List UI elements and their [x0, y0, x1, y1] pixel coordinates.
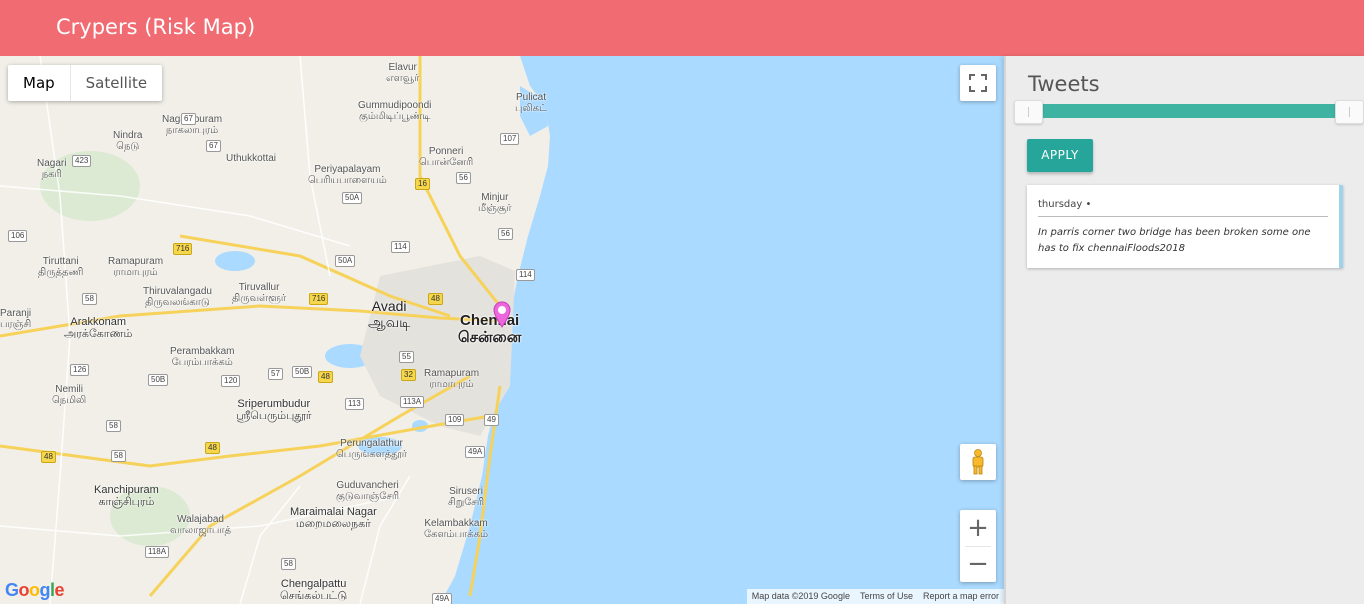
- place-label: Nagari நகரி: [37, 158, 67, 180]
- place-label: Gummudipoondi கும்மிடிப்பூண்டி: [358, 100, 432, 122]
- road-shield: 49: [484, 414, 499, 426]
- road-shield: 58: [106, 420, 121, 432]
- slider-track[interactable]: [1030, 104, 1348, 118]
- zoom-out-button[interactable]: −: [960, 546, 996, 582]
- pegman-icon: [972, 449, 984, 475]
- road-shield: 67: [206, 140, 221, 152]
- fullscreen-button[interactable]: [960, 65, 996, 101]
- road-shield: 55: [399, 351, 414, 363]
- map-type-map-button[interactable]: Map: [8, 65, 71, 101]
- road-shield: 32: [401, 369, 416, 381]
- map-attribution: Map data ©2019 Google Terms of Use Repor…: [746, 589, 1004, 604]
- place-label: Sriperumbudur ஸ்ரீபெரும்புதூர்: [236, 398, 312, 422]
- place-label: Guduvancheri குடுவாஞ்சேரி: [336, 480, 400, 502]
- location-marker[interactable]: [492, 301, 512, 334]
- map-type-satellite-button[interactable]: Satellite: [71, 65, 162, 101]
- slider-handle-high[interactable]: [1335, 100, 1364, 124]
- road-shield: 113A: [400, 396, 425, 408]
- road-shield: 16: [415, 178, 430, 190]
- place-label: Ramapuram ராமாபுரம்: [108, 256, 164, 278]
- map-type-control: Map Satellite: [8, 65, 163, 101]
- app-header: Crypers (Risk Map): [0, 0, 1364, 56]
- terms-of-use-link[interactable]: Terms of Use: [855, 589, 918, 604]
- tweet-card[interactable]: thursday • In parris corner two bridge h…: [1027, 185, 1343, 268]
- place-label: Walajabad வாலாஜாபாத்: [170, 514, 232, 536]
- place-label: Nemili நெமிலி: [52, 384, 87, 406]
- place-label: Kelambakkam கேளம்பாக்கம்: [424, 518, 489, 540]
- road-shield: 107: [500, 133, 520, 145]
- map-pin-icon: [493, 301, 511, 328]
- report-map-error-link[interactable]: Report a map error: [918, 589, 1004, 604]
- place-label: Perambakkam பேரம்பாக்கம்: [170, 346, 235, 368]
- google-logo[interactable]: Google: [5, 580, 65, 601]
- place-label: Thiruvalangadu திருவலங்காடு: [143, 286, 212, 308]
- place-label: Elavur எளவூர்: [386, 62, 420, 84]
- tweet-text: In parris corner two bridge has been bro…: [1038, 227, 1311, 254]
- place-label: Avadi ஆவடி: [368, 298, 411, 330]
- zoom-in-button[interactable]: +: [960, 510, 996, 546]
- road-shield: 120: [221, 375, 241, 387]
- tweet-day: thursday •: [1038, 199, 1092, 210]
- road-shield: 58: [281, 558, 296, 570]
- road-shield: 423: [72, 155, 92, 167]
- road-shield: 109: [445, 414, 465, 426]
- road-shield: 48: [41, 451, 56, 463]
- place-label: Tiruvallur திருவள்ளூர்: [232, 282, 287, 304]
- slider-handle-low[interactable]: [1014, 100, 1043, 124]
- road-shield: 48: [428, 293, 443, 305]
- fullscreen-icon: [969, 74, 987, 92]
- road-shield: 67: [181, 113, 196, 125]
- road-shield: 50B: [292, 366, 313, 378]
- place-label: Arakkonam அரக்கோணம்: [64, 316, 133, 340]
- road-shield: 126: [70, 364, 90, 376]
- map-view[interactable]: Elavur எளவூர் Pulicat புலிகட் Gummudipoond…: [0, 56, 1004, 604]
- place-label: Periyapalayam பெரியபாளையம்: [308, 164, 387, 186]
- road-shield: 50A: [335, 255, 356, 267]
- place-label: Maraimalai Nagar மறைமலைநகர்: [290, 506, 377, 530]
- road-shield: 118A: [145, 546, 170, 558]
- place-label: Paranji பரஞ்சி: [0, 308, 32, 330]
- road-shield: 716: [173, 243, 193, 255]
- range-slider[interactable]: [1014, 100, 1364, 124]
- zoom-control: + −: [960, 510, 996, 582]
- place-label: Tiruttani திருத்தணி: [38, 256, 84, 278]
- road-shield: 113: [345, 398, 364, 410]
- place-label: Pulicat புலிகட்: [515, 92, 547, 114]
- place-label: Nindra நெடு: [113, 130, 143, 152]
- road-shield: 56: [456, 172, 471, 184]
- road-shield: 114: [516, 269, 535, 281]
- road-shield: 716: [309, 293, 329, 305]
- place-label: Kanchipuram காஞ்சிபுரம்: [94, 484, 159, 508]
- tweets-panel: Tweets APPLY thursday • In parris corner…: [1004, 56, 1364, 604]
- place-label: Ponneri பொன்னேரி: [419, 146, 474, 168]
- place-label: Perungalathur பெருங்களத்தூர்: [336, 438, 407, 460]
- road-shield: 57: [268, 368, 283, 380]
- road-shield: 106: [8, 230, 28, 242]
- road-shield: 49A: [432, 593, 453, 604]
- place-label: Ramapuram ராமாபுரம்: [424, 368, 480, 390]
- road-shield: 50A: [342, 192, 363, 204]
- road-shield: 56: [498, 228, 513, 240]
- road-shield: 48: [318, 371, 333, 383]
- place-label: Uthukkottai: [226, 153, 277, 164]
- place-label: Chengalpattu செங்கல்பட்டு: [280, 578, 348, 602]
- road-shield: 58: [82, 293, 97, 305]
- place-label: Minjur மீஞ்சூர்: [478, 192, 512, 214]
- road-shield: 50B: [148, 374, 169, 386]
- apply-button[interactable]: APPLY: [1027, 139, 1093, 172]
- map-data-credit: Map data ©2019 Google: [751, 591, 850, 601]
- road-shield: 49A: [465, 446, 486, 458]
- place-label: Siruseri சிறுசேரி: [448, 486, 485, 508]
- road-shield: 58: [111, 450, 126, 462]
- street-view-pegman[interactable]: [960, 444, 996, 480]
- road-shield: 48: [205, 442, 220, 454]
- road-shield: 114: [391, 241, 410, 253]
- app-title: Crypers (Risk Map): [56, 15, 256, 39]
- divider: [1038, 216, 1328, 217]
- panel-title: Tweets: [1028, 72, 1100, 96]
